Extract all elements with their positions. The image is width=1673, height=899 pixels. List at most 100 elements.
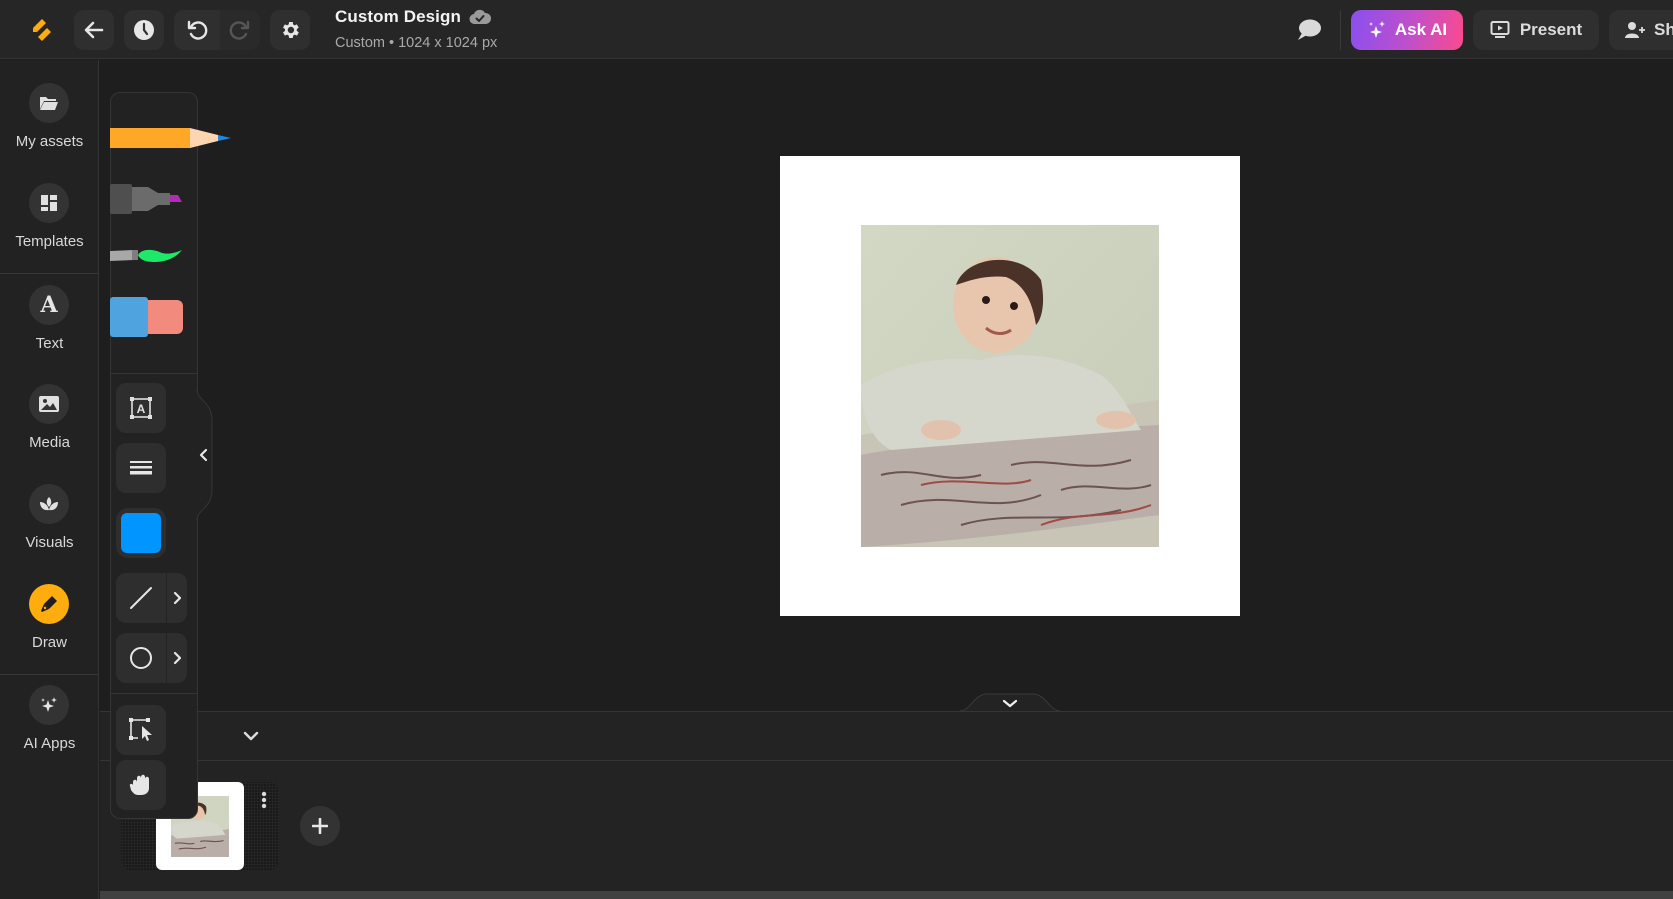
shape-tool-button[interactable] <box>116 633 166 683</box>
paintbrush-tool[interactable] <box>110 248 185 269</box>
app-logo[interactable] <box>30 17 54 48</box>
collapse-boards-button[interactable] <box>959 693 1061 712</box>
chevron-right-icon <box>173 591 181 605</box>
current-color-swatch <box>121 513 161 553</box>
line-options-button[interactable] <box>167 573 187 623</box>
toolbar-divider <box>111 373 197 374</box>
add-board-button[interactable] <box>300 806 340 846</box>
line-tool-button[interactable] <box>116 573 166 623</box>
pen-nib-icon <box>41 596 57 612</box>
design-title[interactable]: Custom Design <box>335 7 461 27</box>
board-options-button[interactable] <box>250 782 278 818</box>
redo-icon <box>229 20 250 40</box>
boards-panel <box>100 711 1673 891</box>
select-tool-button[interactable] <box>116 705 166 755</box>
boards-dropdown-chevron[interactable] <box>243 729 259 747</box>
pencil-tool[interactable] <box>110 127 232 154</box>
toolbar-divider <box>1340 10 1341 50</box>
eraser-icon <box>110 297 183 337</box>
layout-icon <box>41 195 57 211</box>
sidebar-icon-wrap <box>29 484 69 524</box>
line-icon <box>130 587 152 609</box>
baby-photo[interactable] <box>861 225 1159 547</box>
sidebar-icon-wrap: A <box>29 285 69 325</box>
plus-icon <box>312 818 328 834</box>
top-bar: Custom Design Custom • 1024 x 1024 px As… <box>0 0 1673 59</box>
share-label: Sh <box>1654 20 1673 39</box>
undo-redo-group <box>174 10 260 50</box>
clock-icon <box>134 20 154 40</box>
left-sidebar: My assets Templates A Text Media Visuals… <box>0 60 99 899</box>
settings-button[interactable] <box>270 10 310 50</box>
text-a-icon: A <box>40 292 58 318</box>
marker-tool[interactable] <box>110 183 185 220</box>
sidebar-item-my-assets[interactable]: My assets <box>0 83 99 178</box>
sidebar-icon-wrap <box>29 83 69 123</box>
collapse-draw-toolbar-button[interactable] <box>196 389 214 521</box>
chevron-right-icon <box>173 651 181 665</box>
stroke-width-icon <box>130 461 152 475</box>
image-icon <box>39 396 59 412</box>
folder-icon <box>40 97 58 110</box>
sidebar-icon-wrap <box>29 685 69 725</box>
present-button[interactable]: Present <box>1473 10 1599 50</box>
history-button[interactable] <box>124 10 164 50</box>
sidebar-icon-wrap <box>29 584 69 624</box>
gear-icon <box>283 22 299 38</box>
boards-divider <box>100 760 1673 761</box>
ask-ai-label: Ask AI <box>1394 20 1448 39</box>
line-tool-group <box>116 573 187 623</box>
sidebar-divider <box>0 674 99 675</box>
horizontal-scrollbar[interactable] <box>100 891 1673 899</box>
undo-button[interactable] <box>174 10 220 50</box>
pan-tool-button[interactable] <box>116 760 166 810</box>
paintbrush-icon <box>110 249 182 262</box>
more-vertical-icon <box>261 791 267 809</box>
sidebar-icon-wrap <box>29 384 69 424</box>
share-button[interactable]: Sh <box>1609 10 1673 50</box>
hand-icon <box>129 774 149 795</box>
shape-options-button[interactable] <box>167 633 187 683</box>
sidebar-item-visuals[interactable]: Visuals <box>0 484 99 579</box>
sidebar-label: Visuals <box>25 534 74 551</box>
redo-button[interactable] <box>220 10 260 50</box>
sidebar-divider <box>0 273 99 274</box>
undo-icon <box>187 20 208 40</box>
cloud-check-icon <box>469 9 492 30</box>
sidebar-label: Draw <box>31 634 67 651</box>
sidebar-label: Media <box>29 434 70 451</box>
stroke-width-button[interactable] <box>116 443 166 493</box>
sparkles-icon <box>41 697 57 712</box>
present-label: Present <box>1519 20 1583 39</box>
pencil-icon <box>110 128 231 148</box>
present-screen-icon <box>1490 21 1510 38</box>
select-box-icon <box>129 718 152 741</box>
sidebar-item-media[interactable]: Media <box>0 384 99 479</box>
add-user-icon <box>1625 22 1645 38</box>
color-picker-button[interactable] <box>116 508 166 558</box>
back-button[interactable] <box>74 10 114 50</box>
sidebar-label: AI Apps <box>23 735 76 752</box>
arrow-left-icon <box>84 21 104 39</box>
lotus-icon <box>40 497 58 511</box>
marker-icon <box>110 184 182 214</box>
sparkles-icon <box>1368 21 1385 38</box>
sidebar-item-draw[interactable]: Draw <box>0 584 99 679</box>
circle-icon <box>130 647 152 669</box>
speech-bubble-icon <box>1298 19 1321 40</box>
text-box-icon: A <box>130 397 152 419</box>
shape-tool-group <box>116 633 187 683</box>
sidebar-label: Text <box>35 335 64 352</box>
comments-button[interactable] <box>1296 18 1322 42</box>
chevron-down-icon <box>243 731 259 741</box>
svg-text:A: A <box>137 402 146 416</box>
eraser-tool[interactable] <box>110 297 185 342</box>
sidebar-label: My assets <box>15 133 84 150</box>
sidebar-item-text[interactable]: A Text <box>0 285 99 380</box>
text-box-button[interactable]: A <box>116 383 166 433</box>
design-dimensions: Custom • 1024 x 1024 px <box>335 35 498 51</box>
sidebar-item-ai-apps[interactable]: AI Apps <box>0 685 99 780</box>
sidebar-icon-wrap <box>29 183 69 223</box>
sidebar-item-templates[interactable]: Templates <box>0 183 99 278</box>
ask-ai-button[interactable]: Ask AI <box>1351 10 1463 50</box>
